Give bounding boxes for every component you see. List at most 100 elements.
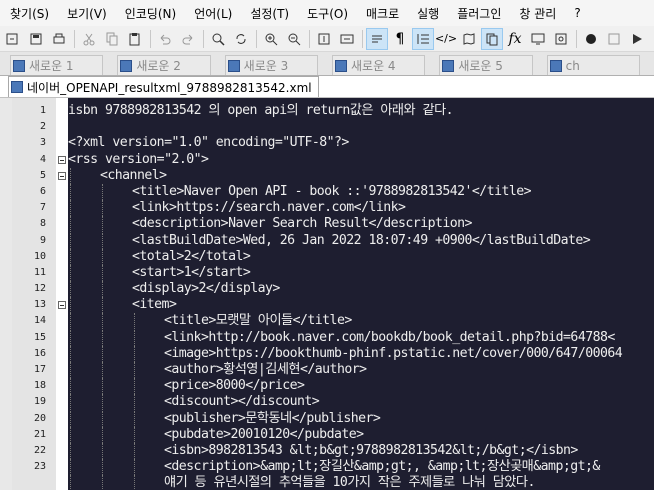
fold-toggle-icon[interactable]: [58, 155, 66, 164]
indent-guide: [134, 329, 135, 346]
line-number: 13: [33, 299, 46, 311]
new-file-icon[interactable]: [2, 28, 24, 50]
indent-guide: [102, 264, 103, 281]
menu-item[interactable]: 보기(V): [57, 5, 115, 22]
code-line: 얘기 등 유년시절의 추억들을 10가지 작은 주제들로 나눠 담았다.: [0, 475, 654, 490]
indent-guide: [70, 281, 71, 298]
stop-macro-icon[interactable]: [603, 28, 625, 50]
code-text[interactable]: <isbn>8982813543 &lt;b&gt;9788982813542&…: [164, 443, 578, 459]
folder-view-icon[interactable]: [550, 28, 572, 50]
menu-item[interactable]: 도구(O): [297, 5, 356, 22]
menu-item[interactable]: 언어(L): [184, 5, 240, 22]
copy-icon[interactable]: [101, 28, 123, 50]
menu-item[interactable]: 찾기(S): [0, 5, 57, 22]
word-wrap-icon[interactable]: [366, 27, 388, 50]
line-number: 10: [33, 250, 46, 262]
code-text[interactable]: <total>2</total>: [132, 249, 251, 265]
code-text[interactable]: <author>황석영|김세현</author>: [164, 362, 367, 378]
toolbar-separator: [256, 29, 257, 48]
fold-toggle-icon[interactable]: [58, 171, 66, 180]
code-text[interactable]: isbn 9788982813542 의 open api의 return값은 …: [68, 103, 454, 119]
code-text[interactable]: <?xml version="1.0" encoding="UTF-8"?>: [68, 135, 349, 151]
code-text[interactable]: <discount></discount>: [164, 394, 320, 410]
tab-bar: 새로운 1 새로운 2 새로운 3 새로운 4 새로운 5 ch: [0, 52, 654, 76]
code-text[interactable]: <price>8000</price>: [164, 378, 305, 394]
menu-item[interactable]: 인코딩(N): [115, 5, 184, 22]
code-editor[interactable]: 1 isbn 9788982813542 의 open api의 return값은…: [0, 98, 654, 490]
record-macro-icon[interactable]: [580, 28, 602, 50]
show-all-chars-icon[interactable]: ¶: [389, 28, 411, 50]
code-text[interactable]: 얘기 등 유년시절의 추억들을 10가지 작은 주제들로 나눠 담았다.: [164, 475, 535, 490]
code-text[interactable]: <channel>: [100, 168, 167, 184]
code-text[interactable]: <link>https://search.naver.com</link>: [132, 200, 406, 216]
code-text[interactable]: <display>2</display>: [132, 281, 280, 297]
active-file-tab[interactable]: 네이버_OPENAPI_resultxml_9788982813542.xml: [8, 76, 319, 97]
function-list-icon[interactable]: [481, 27, 503, 50]
code-text[interactable]: <publisher>문학동네</publisher>: [164, 411, 381, 427]
zoom-out-icon[interactable]: [283, 28, 305, 50]
indent-guide: [134, 394, 135, 411]
xml-tag-icon[interactable]: </>: [435, 28, 457, 50]
code-text[interactable]: <item>: [132, 297, 177, 313]
indent-guide: [134, 313, 135, 330]
indent-guide: [102, 426, 103, 443]
indent-guide: [70, 426, 71, 443]
play-macro-icon[interactable]: [626, 28, 648, 50]
toolbar-separator: [576, 29, 577, 48]
document-tab[interactable]: 새로운 3: [224, 55, 318, 75]
monitor-icon[interactable]: [527, 28, 549, 50]
indent-guide: [134, 378, 135, 395]
menu-bar: 찾기(S) 보기(V) 인코딩(N) 언어(L) 설정(T) 도구(O) 매크로 실행 플러그인…: [0, 0, 654, 26]
code-text[interactable]: <rss version="2.0">: [68, 152, 209, 168]
code-line: 19 <discount></discount>: [0, 394, 654, 411]
find-icon[interactable]: [207, 28, 229, 50]
menu-item[interactable]: 창 관리: [509, 5, 564, 22]
indent-guide: [102, 362, 103, 378]
line-number: 6: [39, 185, 46, 197]
save-icon: [13, 59, 25, 72]
fold-toggle-icon[interactable]: [58, 301, 66, 310]
save-all-icon[interactable]: [25, 28, 47, 50]
code-line: 7 <link>https://search.naver.com</link>: [0, 200, 654, 217]
code-text[interactable]: <title>Naver Open API - book ::'97889828…: [132, 184, 532, 200]
indent-guide: [70, 232, 71, 249]
print-icon[interactable]: [48, 28, 70, 50]
undo-icon[interactable]: [154, 28, 176, 50]
document-tab[interactable]: ch: [546, 55, 640, 75]
sync-horizontal-icon[interactable]: [336, 28, 358, 50]
code-text[interactable]: <description>&amp;lt;장길산&amp;gt;, &amp;l…: [164, 459, 600, 475]
menu-item[interactable]: 플러그인: [447, 5, 509, 22]
indent-guide: [102, 345, 103, 362]
code-text[interactable]: <pubdate>20010120</pubdate>: [164, 427, 364, 443]
code-text[interactable]: <description>Naver Search Result</descri…: [132, 216, 472, 232]
code-text[interactable]: <lastBuildDate>Wed, 26 Jan 2022 18:07:49…: [132, 233, 591, 249]
document-tab[interactable]: 새로운 4: [331, 55, 426, 75]
fx-icon[interactable]: fx: [504, 28, 526, 50]
doc-map-icon[interactable]: [458, 28, 480, 50]
file-tab-bar: 네이버_OPENAPI_resultxml_9788982813542.xml: [0, 76, 654, 98]
document-tab[interactable]: 새로운 1: [10, 55, 104, 75]
menu-item[interactable]: 매크로: [356, 5, 407, 22]
zoom-in-icon[interactable]: [260, 28, 282, 50]
code-text[interactable]: <image>https://bookthumb-phinf.pstatic.n…: [164, 346, 623, 362]
sync-vertical-icon[interactable]: [313, 28, 335, 50]
code-text[interactable]: <start>1</start>: [132, 265, 251, 281]
code-line: 12 <display>2</display>: [0, 281, 654, 298]
menu-item[interactable]: 설정(T): [240, 5, 297, 22]
indent-guide-icon[interactable]: [412, 27, 434, 50]
document-tab[interactable]: 새로운 2: [117, 55, 211, 75]
indent-guide: [102, 281, 103, 298]
save-icon: [442, 59, 455, 72]
indent-guide: [102, 297, 103, 314]
cut-icon[interactable]: [78, 28, 100, 50]
code-text[interactable]: <link>http://book.naver.com/bookdb/book_…: [164, 330, 615, 346]
replace-icon[interactable]: [230, 28, 252, 50]
menu-item[interactable]: ?: [564, 6, 588, 20]
paste-icon[interactable]: [124, 28, 146, 50]
code-line: 10 <total>2</total>: [0, 248, 654, 265]
code-text[interactable]: <title>모랫말 아이들</title>: [164, 313, 352, 329]
document-tab[interactable]: 새로운 5: [439, 55, 533, 75]
redo-icon[interactable]: [177, 28, 199, 50]
indent-guide: [70, 459, 71, 476]
menu-item[interactable]: 실행: [407, 5, 447, 22]
